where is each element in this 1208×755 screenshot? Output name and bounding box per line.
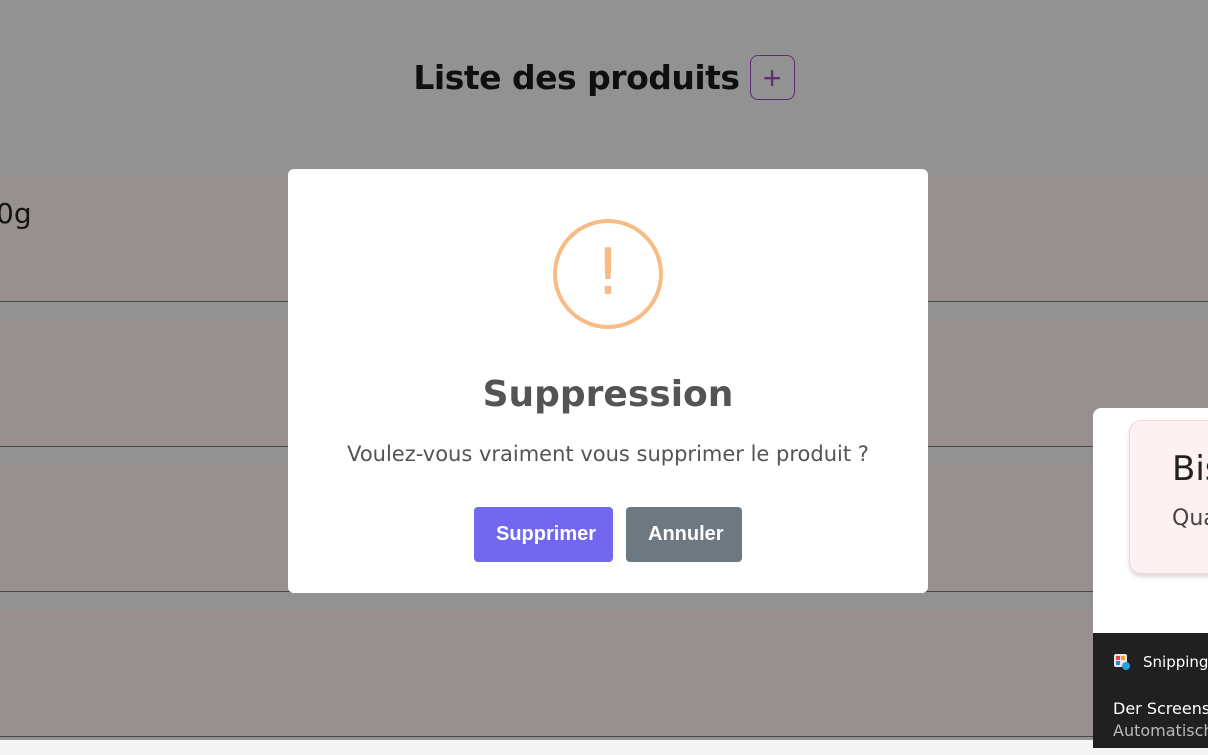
cancel-button[interactable]: Annuler <box>626 507 742 562</box>
toast-footer: Snipping T Der Screensh Automatisch <box>1093 633 1208 748</box>
toast-app-label: Snipping T <box>1143 653 1208 671</box>
dialog-message: Voulez-vous vraiment vous supprimer le p… <box>347 442 869 466</box>
delete-confirm-button[interactable]: Supprimer <box>474 507 613 562</box>
toast-preview-card: Bis Qua <box>1129 420 1208 574</box>
snipping-tool-icon <box>1114 654 1130 670</box>
delete-confirm-dialog: ! Suppression Voulez-vous vraiment vous … <box>288 169 928 593</box>
notification-toast[interactable]: Bis Qua Snipping T Der Screensh Automati… <box>1093 408 1208 748</box>
dialog-title: Suppression <box>482 374 734 415</box>
toast-card-title: Bis <box>1172 449 1208 489</box>
dialog-actions: Supprimer Annuler <box>288 507 928 562</box>
toast-submessage: Automatisch <box>1113 721 1208 740</box>
toast-card-subtitle: Qua <box>1172 506 1208 531</box>
toast-message: Der Screensh <box>1113 699 1208 718</box>
warning-icon: ! <box>553 219 663 329</box>
